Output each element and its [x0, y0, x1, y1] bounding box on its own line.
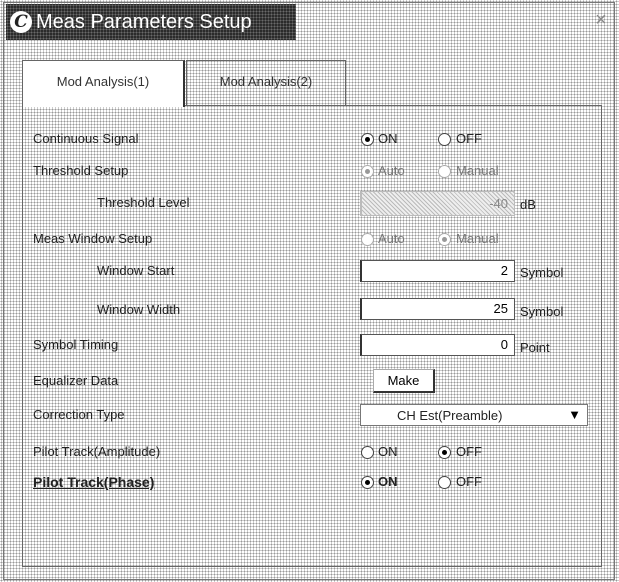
pilot-phase-off-radio[interactable] [438, 476, 451, 489]
threshold-level-input[interactable]: -40 [360, 191, 515, 216]
threshold-setup-label: Threshold Setup [33, 163, 129, 178]
pilot-phase-on-label: ON [378, 474, 398, 489]
pilot-track-phase-label: Pilot Track(Phase) [33, 474, 155, 490]
pilot-phase-on-radio[interactable] [361, 476, 374, 489]
threshold-setup-manual-label: Manual [456, 163, 499, 178]
window-width-input[interactable]: 25 [360, 298, 515, 320]
pilot-amplitude-off-label: OFF [456, 444, 482, 459]
pilot-amplitude-off-radio[interactable] [438, 446, 451, 459]
threshold-setup-auto-label: Auto [378, 163, 405, 178]
correction-type-label: Correction Type [33, 407, 125, 422]
threshold-setup-manual-radio[interactable] [438, 165, 451, 178]
continuous-signal-off-radio[interactable] [438, 133, 451, 146]
close-icon[interactable]: × [591, 10, 611, 30]
threshold-level-label: Threshold Level [97, 195, 190, 210]
continuous-signal-on-radio[interactable] [361, 133, 374, 146]
symbol-timing-label: Symbol Timing [33, 337, 119, 352]
app-logo-icon: C [10, 11, 32, 33]
pilot-amplitude-on-label: ON [378, 444, 398, 459]
correction-type-value: CH Est(Preamble) [397, 408, 503, 423]
meas-window-auto-radio[interactable] [361, 233, 374, 246]
window-start-label: Window Start [97, 263, 175, 278]
symbol-timing-unit: Point [520, 340, 550, 355]
equalizer-data-label: Equalizer Data [33, 373, 119, 388]
continuous-signal-off-label: OFF [456, 131, 482, 146]
symbol-timing-input[interactable]: 0 [360, 334, 515, 356]
dropdown-arrow-icon[interactable]: ▼ [568, 407, 581, 422]
make-button[interactable]: Make [373, 369, 435, 393]
meas-window-manual-radio[interactable] [438, 233, 451, 246]
title-bar[interactable]: C Meas Parameters Setup [6, 4, 296, 40]
pilot-phase-off-label: OFF [456, 474, 482, 489]
tab-mod-analysis-1[interactable]: Mod Analysis(1) [22, 60, 185, 107]
pilot-track-amplitude-label: Pilot Track(Amplitude) [33, 444, 161, 459]
meas-window-manual-label: Manual [456, 231, 499, 246]
correction-type-select[interactable]: CH Est(Preamble) ▼ [360, 404, 588, 426]
window-width-label: Window Width [97, 302, 181, 317]
window-width-unit: Symbol [520, 304, 564, 319]
window-start-unit: Symbol [520, 265, 564, 280]
meas-window-auto-label: Auto [378, 231, 405, 246]
continuous-signal-on-label: ON [378, 131, 398, 146]
pilot-amplitude-on-radio[interactable] [361, 446, 374, 459]
threshold-level-unit: dB [520, 197, 536, 212]
continuous-signal-label: Continuous Signal [33, 131, 139, 146]
window-start-input[interactable]: 2 [360, 260, 515, 282]
page: { "window": { "title": "Meas Parameters … [0, 0, 619, 582]
tab-mod-analysis-2[interactable]: Mod Analysis(2) [186, 60, 346, 106]
meas-window-setup-label: Meas Window Setup [33, 231, 153, 246]
window-title: Meas Parameters Setup [36, 11, 252, 33]
threshold-setup-auto-radio[interactable] [361, 165, 374, 178]
